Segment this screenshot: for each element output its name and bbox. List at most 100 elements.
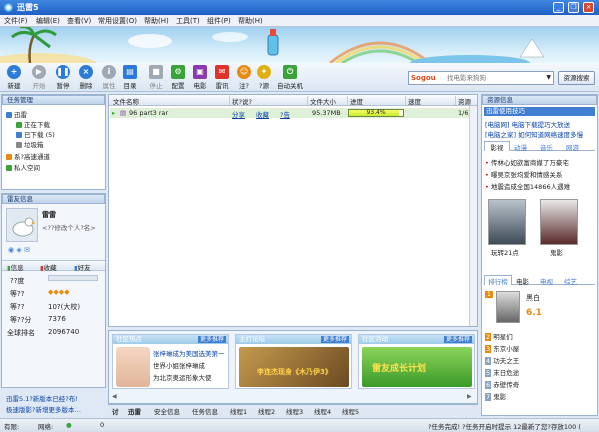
tab-anime[interactable]: 动漫 bbox=[514, 142, 527, 152]
poster-caption[interactable]: 玩转21点 bbox=[491, 247, 519, 257]
resource-search-button[interactable]: 资源搜索 bbox=[558, 71, 595, 85]
start-button[interactable]: ▶ 开始 bbox=[27, 65, 51, 90]
tab-rank-movie[interactable]: 电影 bbox=[516, 276, 529, 286]
tab-thread-5[interactable]: 线程5 bbox=[342, 406, 359, 416]
rank-poster[interactable] bbox=[496, 291, 520, 323]
more-button[interactable]: 更多推荐 bbox=[197, 336, 226, 343]
headline[interactable]: • 地震造成全国14866人遇难 bbox=[485, 181, 570, 191]
list-item[interactable]: 6 赤壁传奇 bbox=[485, 379, 519, 389]
pause-button[interactable]: ❚❚ 暂停 bbox=[51, 65, 75, 90]
tab-thread-3[interactable]: 线程3 bbox=[286, 406, 303, 416]
growth-plan-banner[interactable]: 雷友成长计划 bbox=[362, 347, 472, 387]
user-signature[interactable]: <??修改个人?名> bbox=[42, 222, 96, 232]
dropdown-arrow-icon[interactable]: ▼ bbox=[546, 74, 551, 81]
tab-discussion[interactable]: 讨 bbox=[112, 406, 119, 416]
menu-edit[interactable]: 编辑(E) bbox=[36, 16, 60, 26]
tab-favorites[interactable]: ▮收藏 bbox=[40, 262, 57, 272]
tab-ranking[interactable]: 排行榜 bbox=[484, 275, 512, 286]
col-progress[interactable]: 进度 bbox=[347, 96, 405, 106]
more-button[interactable]: 更多推荐 bbox=[320, 336, 349, 343]
poster-21[interactable] bbox=[488, 199, 526, 245]
minimize-button[interactable]: _ bbox=[553, 2, 564, 13]
ranking-tabs: 排行榜 电影 电视 综艺 bbox=[484, 275, 595, 286]
tip-link[interactable]: [电脑网] 电脑下载提巧大放送 bbox=[485, 119, 570, 129]
new-button[interactable]: + 新建 bbox=[2, 65, 26, 90]
config-button[interactable]: ⚙ 配置 bbox=[166, 65, 190, 90]
col-speed[interactable]: 速度 bbox=[405, 96, 453, 106]
menu-help-2[interactable]: 帮助(H) bbox=[144, 16, 169, 26]
headline[interactable]: • 传林心如欲富商媒了万豪宅 bbox=[485, 157, 569, 167]
tab-music[interactable]: 音乐 bbox=[540, 142, 553, 152]
rank-badge-1: 1 bbox=[485, 291, 493, 298]
list-item[interactable]: 3 东京小屋 bbox=[485, 343, 519, 353]
close-button[interactable]: × bbox=[583, 2, 594, 13]
tab-task-info[interactable]: 任务信息 bbox=[192, 406, 218, 416]
menu-view[interactable]: 查看(V) bbox=[67, 16, 91, 26]
list-item[interactable]: 2 明星们 bbox=[485, 331, 513, 341]
beauty-queen-photo[interactable] bbox=[116, 347, 150, 387]
tree-private-space[interactable]: 私人空间 bbox=[6, 162, 40, 172]
source-button[interactable]: ✦ ?源 bbox=[252, 65, 276, 90]
tab-thunder[interactable]: 迅雷 bbox=[128, 406, 141, 416]
mummy-movie-photo[interactable]: 李连杰现身《木乃伊3》 bbox=[239, 347, 349, 387]
headline[interactable]: • 曝吴京张均爱和情感关系 bbox=[485, 169, 562, 179]
report-link[interactable]: ?告 bbox=[280, 109, 290, 119]
poster-caption[interactable]: 鬼影 bbox=[550, 247, 563, 257]
tab-info[interactable]: ▮信息 bbox=[7, 262, 24, 272]
tip-link[interactable]: [电脑之家] 如何知道网络速度多慢 bbox=[485, 129, 583, 139]
more-button[interactable]: 更多推荐 bbox=[443, 336, 472, 343]
folder-button[interactable]: ▤ 目录 bbox=[118, 65, 142, 90]
list-item[interactable]: 4 功夫之王 bbox=[485, 355, 519, 365]
menu-tools[interactable]: 工具(T) bbox=[176, 16, 200, 26]
im-button[interactable]: ✉ 雷讯 bbox=[210, 65, 234, 90]
share-link[interactable]: 分享 bbox=[232, 109, 245, 119]
field-value: 10?(大校) bbox=[48, 303, 81, 311]
stop-button[interactable]: ■ 停止 bbox=[144, 65, 168, 90]
search-input[interactable] bbox=[447, 74, 543, 82]
menu-plugins[interactable]: 组件(P) bbox=[207, 16, 231, 26]
table-row[interactable]: ▸ ▤ 96 part3 rar 分享 收藏 ?告 95.37MB 93.4% … bbox=[110, 108, 476, 119]
tab-games[interactable]: 网游 bbox=[566, 142, 579, 152]
col-resources[interactable]: 资源 bbox=[455, 96, 475, 106]
avatar[interactable] bbox=[6, 208, 38, 242]
col-status[interactable]: 状?说? bbox=[229, 96, 307, 106]
news-link-2[interactable]: 极速版影?新增更多版本… bbox=[6, 404, 81, 414]
delete-button[interactable]: × 删除 bbox=[74, 65, 98, 90]
user-name[interactable]: 雷雷 bbox=[42, 210, 56, 220]
tab-thread-1[interactable]: 线程1 bbox=[230, 406, 247, 416]
tree-downloading[interactable]: 正在下载 bbox=[16, 119, 50, 129]
tree-trash[interactable]: 垃圾箱 bbox=[16, 139, 44, 149]
tab-movies[interactable]: 影视 bbox=[484, 141, 510, 152]
poster-ghost[interactable] bbox=[540, 199, 578, 245]
tab-rank-variety[interactable]: 综艺 bbox=[564, 276, 577, 286]
tab-thread-2[interactable]: 线程2 bbox=[258, 406, 275, 416]
thunder-icon bbox=[6, 112, 12, 118]
list-item[interactable]: 7 鬼影 bbox=[485, 391, 506, 401]
movie-button[interactable]: ▣ 电影 bbox=[188, 65, 212, 90]
search-box[interactable]: Sogou ▼ bbox=[408, 71, 554, 85]
scroll-left-icon[interactable]: ◀ bbox=[112, 393, 117, 400]
tree-root-thunder[interactable]: 迅雷 bbox=[6, 109, 27, 119]
list-item[interactable]: 5 末日危途 bbox=[485, 367, 519, 377]
favorite-link[interactable]: 收藏 bbox=[256, 109, 269, 119]
expand-icon[interactable]: ▸ bbox=[112, 109, 115, 117]
news-link-1[interactable]: 迅雷5.1?新版本已经?布! bbox=[6, 393, 78, 403]
tab-rank-tv[interactable]: 电视 bbox=[540, 276, 553, 286]
shutdown-button[interactable]: ⏻ 自动关机 bbox=[274, 65, 306, 90]
vertical-scrollbar[interactable] bbox=[469, 106, 477, 326]
col-size[interactable]: 文件大小 bbox=[307, 96, 347, 106]
menu-help[interactable]: 帮助(H) bbox=[238, 16, 263, 26]
tree-high-speed-channel[interactable]: 系?高速通道 bbox=[6, 151, 50, 161]
user-status-icons[interactable]: ◉ ◈ ✉ bbox=[8, 246, 30, 254]
menu-settings[interactable]: 常用设置(O) bbox=[98, 16, 137, 26]
tab-security-info[interactable]: 安全信息 bbox=[154, 406, 180, 416]
col-filename[interactable]: 文件名称 bbox=[111, 96, 229, 106]
menu-file[interactable]: 文件(F) bbox=[4, 16, 28, 26]
community-hot-text[interactable]: 张梓琳成为美国选美第一 bbox=[153, 348, 225, 358]
restore-button[interactable]: ❐ bbox=[568, 2, 579, 13]
tab-friends[interactable]: ▮好友 bbox=[74, 262, 91, 272]
tab-thread-4[interactable]: 线程4 bbox=[314, 406, 331, 416]
scroll-right-icon[interactable]: ▶ bbox=[467, 393, 472, 400]
rank-top-title[interactable]: 黑白 bbox=[526, 293, 540, 303]
tree-downloaded[interactable]: 已下载 (5) bbox=[16, 129, 55, 139]
